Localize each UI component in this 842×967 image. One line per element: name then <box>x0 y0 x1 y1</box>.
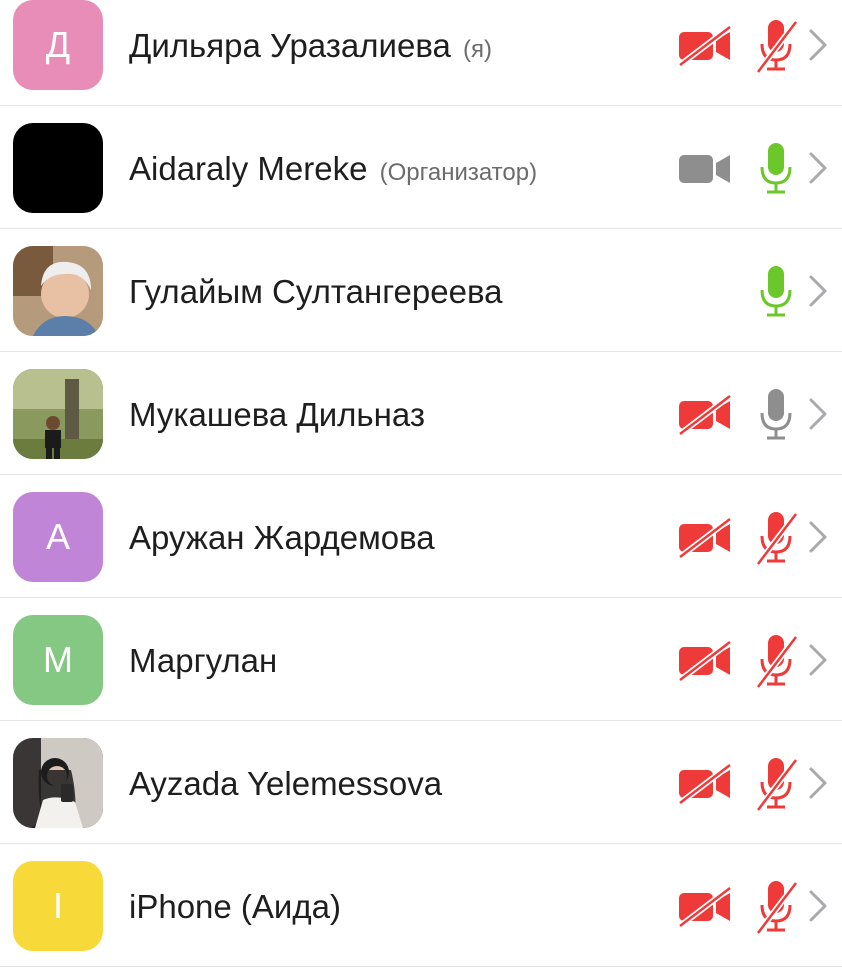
chevron-right-icon[interactable] <box>806 765 830 801</box>
role-label: (я) <box>463 36 492 63</box>
avatar-letter: I <box>52 885 63 926</box>
avatar-letter: А <box>45 516 70 557</box>
avatar: Д <box>13 0 103 90</box>
avatar <box>13 369 103 459</box>
video-off-icon[interactable] <box>678 641 734 681</box>
name-text: Дильяра Уразалиева <box>129 27 451 64</box>
chevron-right-icon[interactable] <box>806 396 830 432</box>
microphone-muted-icon[interactable] <box>752 18 800 74</box>
name-text: Ayzada Yelemessova <box>129 765 443 802</box>
microphone-muted-icon[interactable] <box>752 756 800 812</box>
avatar: I <box>13 861 103 951</box>
chevron-right-icon[interactable] <box>806 273 830 309</box>
video-camera-icon[interactable] <box>678 149 734 189</box>
avatar: М <box>13 615 103 705</box>
avatar-letter: М <box>43 639 73 680</box>
chevron-right-icon[interactable] <box>806 519 830 555</box>
avatar <box>13 246 103 336</box>
name-text: Аружан Жардемова <box>129 519 435 556</box>
avatar <box>13 123 103 213</box>
avatar: А <box>13 492 103 582</box>
microphone-icon[interactable] <box>752 141 800 197</box>
microphone-muted-icon[interactable] <box>752 510 800 566</box>
chevron-right-icon[interactable] <box>806 642 830 678</box>
name-text: Aidaraly Mereke <box>129 150 368 187</box>
video-off-icon[interactable] <box>678 518 734 558</box>
participants-list: Д Дильяра Уразалиева (я) Aidaraly Mereke… <box>0 0 842 967</box>
participant-name: iPhone (Аида) <box>129 888 341 926</box>
name-text: Мукашева Дильназ <box>129 396 425 433</box>
participant-name: Маргулан <box>129 642 277 680</box>
avatar-letter: Д <box>45 24 71 65</box>
participant-row[interactable]: Гулайым Султангереева <box>0 229 842 352</box>
microphone-icon[interactable] <box>752 264 800 320</box>
chevron-right-icon[interactable] <box>806 27 830 63</box>
video-off-icon[interactable] <box>678 395 734 435</box>
name-text: Гулайым Султангереева <box>129 273 503 310</box>
microphone-muted-icon[interactable] <box>752 879 800 935</box>
name-text: Маргулан <box>129 642 278 679</box>
participant-row[interactable]: А Аружан Жардемова <box>0 475 842 598</box>
microphone-muted-icon[interactable] <box>752 633 800 689</box>
participant-row[interactable]: М Маргулан <box>0 598 842 721</box>
participant-row[interactable]: Мукашева Дильназ <box>0 352 842 475</box>
microphone-icon[interactable] <box>752 387 800 443</box>
chevron-right-icon[interactable] <box>806 888 830 924</box>
participant-name: Ayzada Yelemessova <box>129 765 442 803</box>
avatar <box>13 738 103 828</box>
participant-row[interactable]: Ayzada Yelemessova <box>0 721 842 844</box>
video-off-icon[interactable] <box>678 764 734 804</box>
participant-name: Мукашева Дильназ <box>129 396 425 434</box>
chevron-right-icon[interactable] <box>806 150 830 186</box>
participant-row[interactable]: I iPhone (Аида) <box>0 844 842 967</box>
video-off-icon[interactable] <box>678 887 734 927</box>
participant-name: Гулайым Султангереева <box>129 273 502 311</box>
participant-name: Aidaraly Mereke (Организатор) <box>129 150 537 188</box>
participant-name: Аружан Жардемова <box>129 519 435 557</box>
video-off-icon[interactable] <box>678 26 734 66</box>
role-label: (Организатор) <box>379 159 538 186</box>
participant-row[interactable]: Aidaraly Mereke (Организатор) <box>0 106 842 229</box>
participant-name: Дильяра Уразалиева (я) <box>129 27 492 65</box>
name-text: iPhone (Аида) <box>129 888 341 925</box>
participant-row[interactable]: Д Дильяра Уразалиева (я) <box>0 0 842 106</box>
